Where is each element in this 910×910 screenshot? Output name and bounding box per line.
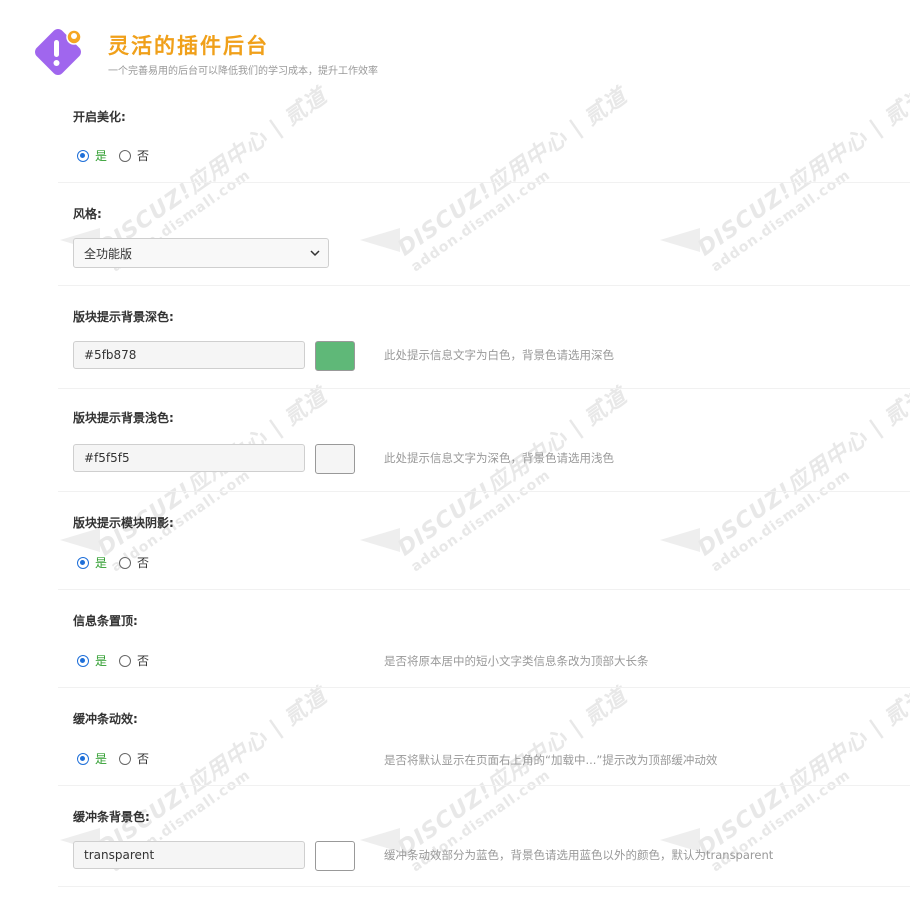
radio-checked-icon <box>77 556 89 569</box>
radio-checked-icon <box>77 149 89 162</box>
radio-unchecked-icon <box>119 752 132 765</box>
color-text-input[interactable]: #f5f5f5 <box>73 444 305 472</box>
radio-label: 否 <box>137 556 150 570</box>
radio-label: 是 <box>95 654 108 668</box>
radio-label: 是 <box>95 149 108 163</box>
style-select[interactable]: 全功能版 <box>73 238 329 268</box>
setting-enable-beautify: 开启美化: 是 否 <box>58 88 910 183</box>
setting-label: 开启美化: <box>73 110 126 124</box>
radio-unchecked-icon <box>119 556 132 569</box>
radio-label: 否 <box>137 149 150 163</box>
setting-loading-bar-bg: 缓冲条背景色: transparent 缓冲条动效部分为蓝色，背景色请选用蓝色以… <box>58 786 910 887</box>
setting-dark-bg: 版块提示背景深色: #5fb878 此处提示信息文字为白色，背景色请选用深色 <box>58 286 910 389</box>
radio-label: 是 <box>95 752 108 766</box>
radio-unchecked-icon <box>119 654 132 667</box>
setting-info-bar-top: 信息条置顶: 是 否 是否将原本居中的短小文字类信息条改为顶部大长条 <box>58 590 910 688</box>
radio-checked-icon <box>77 654 89 667</box>
radio-no[interactable]: 否 <box>119 652 149 669</box>
setting-label: 信息条置顶: <box>73 614 138 628</box>
setting-label: 版块提示模块阴影: <box>73 516 174 530</box>
setting-label: 风格: <box>73 207 102 221</box>
color-text-input[interactable]: transparent <box>73 841 305 869</box>
setting-label: 版块提示背景深色: <box>73 310 174 324</box>
radio-group: 是 否 <box>77 554 161 571</box>
select-value: 全功能版 <box>84 246 133 261</box>
radio-yes[interactable]: 是 <box>77 147 107 164</box>
radio-group: 是 否 <box>77 147 161 164</box>
setting-module-shadow: 版块提示模块阴影: 是 否 <box>58 492 910 590</box>
setting-hint: 是否将原本居中的短小文字类信息条改为顶部大长条 <box>384 654 649 668</box>
radio-label: 否 <box>137 654 150 668</box>
setting-hint: 此处提示信息文字为深色，背景色请选用浅色 <box>384 451 614 465</box>
setting-light-bg: 版块提示背景浅色: #f5f5f5 此处提示信息文字为深色，背景色请选用浅色 <box>58 389 910 492</box>
color-text-input[interactable]: #5fb878 <box>73 341 305 369</box>
setting-label: 版块提示背景浅色: <box>73 411 174 425</box>
setting-hint: 缓冲条动效部分为蓝色，背景色请选用蓝色以外的颜色，默认为transparent <box>384 848 774 862</box>
radio-no[interactable]: 否 <box>119 750 149 767</box>
radio-no[interactable]: 否 <box>119 554 149 571</box>
setting-style: 风格: 全功能版 <box>58 183 910 286</box>
radio-label: 是 <box>95 556 108 570</box>
setting-loading-bar-effect: 缓冲条动效: 是 否 是否将默认显示在页面右上角的“加载中...”提示改为顶部缓… <box>58 688 910 786</box>
radio-group: 是 否 <box>77 750 161 767</box>
page-header: 灵活的插件后台 一个完善易用的后台可以降低我们的学习成本，提升工作效率 <box>28 22 888 82</box>
radio-group: 是 否 <box>77 652 161 669</box>
setting-hint: 此处提示信息文字为白色，背景色请选用深色 <box>384 348 614 362</box>
page-title: 灵活的插件后台 <box>108 34 269 58</box>
radio-unchecked-icon <box>119 149 132 162</box>
setting-label: 缓冲条动效: <box>73 712 138 726</box>
color-swatch[interactable] <box>315 841 355 871</box>
setting-label: 缓冲条背景色: <box>73 810 150 824</box>
page-subtitle: 一个完善易用的后台可以降低我们的学习成本，提升工作效率 <box>108 66 378 77</box>
radio-checked-icon <box>77 752 89 765</box>
radio-yes[interactable]: 是 <box>77 554 107 571</box>
color-swatch[interactable] <box>315 444 355 474</box>
radio-yes[interactable]: 是 <box>77 652 107 669</box>
settings-form: 开启美化: 是 否 风格: 全功能版 版块提示背景深色: #5fb878 此处提… <box>58 88 910 887</box>
setting-hint: 是否将默认显示在页面右上角的“加载中...”提示改为顶部缓冲动效 <box>384 753 718 767</box>
radio-no[interactable]: 否 <box>119 147 149 164</box>
input-value: #f5f5f5 <box>84 451 130 465</box>
exclamation-lightbulb-icon <box>35 29 82 75</box>
input-value: #5fb878 <box>84 348 137 362</box>
color-swatch[interactable] <box>315 341 355 371</box>
input-value: transparent <box>84 848 155 862</box>
radio-label: 否 <box>137 752 150 766</box>
radio-yes[interactable]: 是 <box>77 750 107 767</box>
chevron-down-icon <box>310 250 320 257</box>
